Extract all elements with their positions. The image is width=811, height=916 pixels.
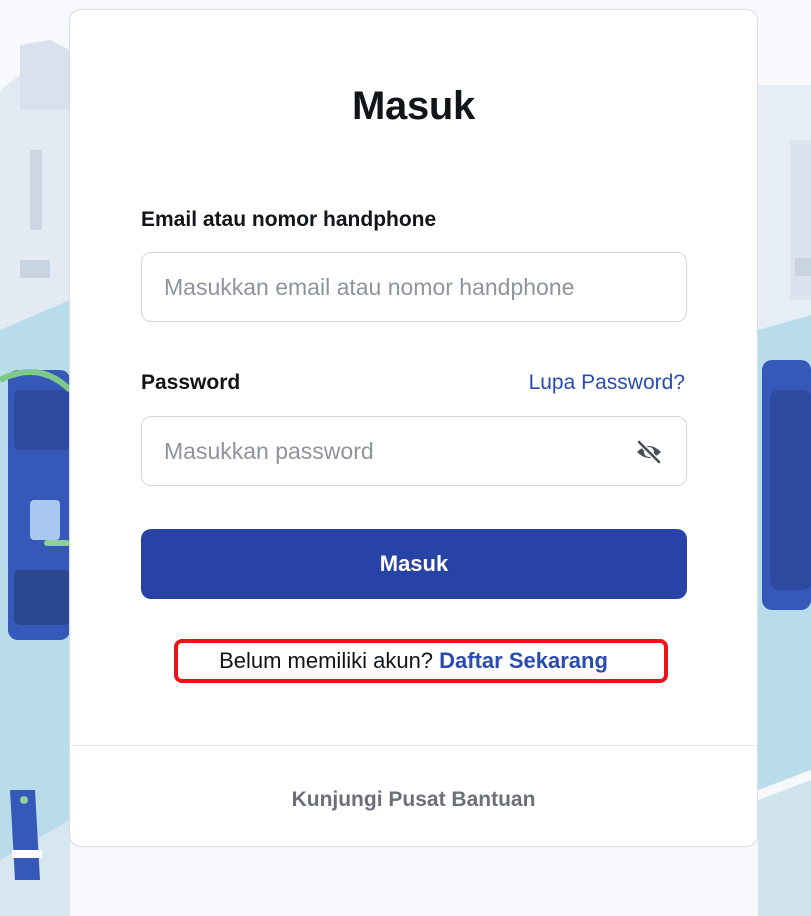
signup-prompt-text: Belum memiliki akun? [219, 648, 440, 673]
page-title: Masuk [352, 84, 475, 128]
email-field-container [141, 252, 687, 322]
login-card: Masuk Email atau nomor handphone Passwor… [69, 9, 758, 847]
password-input[interactable] [164, 417, 624, 485]
signup-prompt-row: Belum memiliki akun? Daftar Sekarang [70, 648, 757, 674]
login-button[interactable]: Masuk [141, 529, 687, 599]
divider [70, 745, 757, 746]
signup-link[interactable]: Daftar Sekarang [439, 648, 608, 673]
email-input[interactable] [164, 253, 624, 321]
email-label: Email atau nomor handphone [141, 208, 437, 231]
password-field-container [141, 416, 687, 486]
password-label: Password [141, 371, 241, 394]
eye-slash-icon[interactable] [634, 437, 664, 467]
forgot-password-link[interactable]: Lupa Password? [529, 371, 685, 395]
help-center-link[interactable]: Kunjungi Pusat Bantuan [70, 788, 757, 812]
